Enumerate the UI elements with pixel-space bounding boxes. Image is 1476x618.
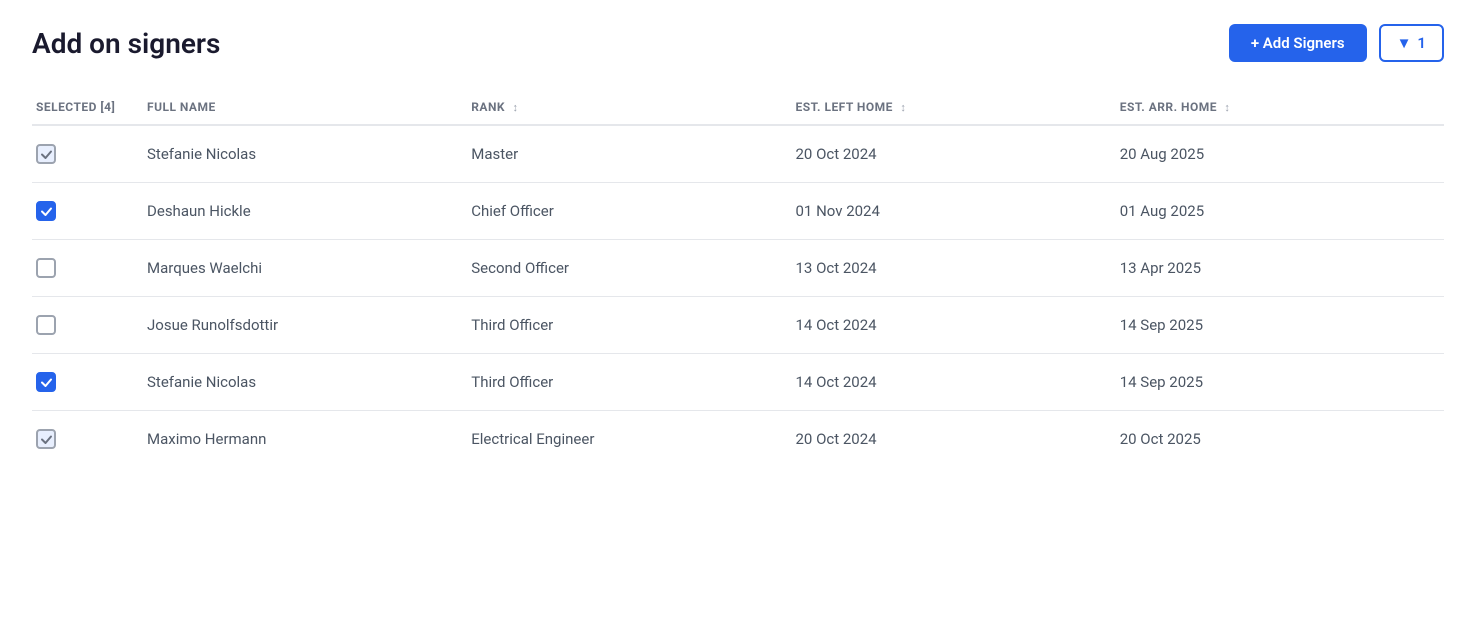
page-title: Add on signers <box>32 27 220 60</box>
filter-icon: ▼ <box>1397 34 1412 52</box>
add-signers-button[interactable]: + Add Signers <box>1229 24 1367 62</box>
cell-est-arr-home: 13 Apr 2025 <box>1120 240 1444 297</box>
checkbox-cell <box>32 297 147 354</box>
est-left-home-sort-icon: ↕ <box>900 101 906 114</box>
row-checkbox[interactable] <box>36 144 56 164</box>
cell-est-arr-home: 01 Aug 2025 <box>1120 183 1444 240</box>
cell-est-left-home: 01 Nov 2024 <box>795 183 1119 240</box>
row-checkbox[interactable] <box>36 429 56 449</box>
table-row: Maximo HermannElectrical Engineer20 Oct … <box>32 411 1444 468</box>
table-body: Stefanie NicolasMaster20 Oct 202420 Aug … <box>32 125 1444 467</box>
cell-fullname: Marques Waelchi <box>147 240 471 297</box>
col-header-rank[interactable]: RANK ↕ <box>471 90 795 125</box>
table-row: Stefanie NicolasThird Officer14 Oct 2024… <box>32 354 1444 411</box>
filter-count: 1 <box>1417 34 1426 52</box>
est-arr-home-sort-icon: ↕ <box>1224 101 1230 114</box>
col-header-selected: SELECTED [4] <box>32 90 147 125</box>
col-header-est-arr-home[interactable]: EST. ARR. HOME ↕ <box>1120 90 1444 125</box>
row-checkbox[interactable] <box>36 258 56 278</box>
cell-rank: Second Officer <box>471 240 795 297</box>
table-row: Deshaun HickleChief Officer01 Nov 202401… <box>32 183 1444 240</box>
cell-est-left-home: 20 Oct 2024 <box>795 411 1119 468</box>
checkbox-cell <box>32 125 147 183</box>
checkbox-cell <box>32 183 147 240</box>
cell-est-left-home: 14 Oct 2024 <box>795 297 1119 354</box>
checkbox-cell <box>32 240 147 297</box>
row-checkbox[interactable] <box>36 372 56 392</box>
table-row: Josue RunolfsdottirThird Officer14 Oct 2… <box>32 297 1444 354</box>
cell-est-arr-home: 14 Sep 2025 <box>1120 297 1444 354</box>
col-header-est-left-home[interactable]: EST. LEFT HOME ↕ <box>795 90 1119 125</box>
cell-fullname: Stefanie Nicolas <box>147 125 471 183</box>
row-checkbox[interactable] <box>36 315 56 335</box>
cell-fullname: Josue Runolfsdottir <box>147 297 471 354</box>
cell-est-left-home: 14 Oct 2024 <box>795 354 1119 411</box>
row-checkbox[interactable] <box>36 201 56 221</box>
cell-rank: Master <box>471 125 795 183</box>
table-row: Marques WaelchiSecond Officer13 Oct 2024… <box>32 240 1444 297</box>
cell-est-left-home: 20 Oct 2024 <box>795 125 1119 183</box>
cell-fullname: Maximo Hermann <box>147 411 471 468</box>
cell-est-arr-home: 20 Oct 2025 <box>1120 411 1444 468</box>
checkbox-cell <box>32 411 147 468</box>
cell-est-left-home: 13 Oct 2024 <box>795 240 1119 297</box>
cell-fullname: Stefanie Nicolas <box>147 354 471 411</box>
col-header-fullname: FULL NAME <box>147 90 471 125</box>
cell-rank: Chief Officer <box>471 183 795 240</box>
table-row: Stefanie NicolasMaster20 Oct 202420 Aug … <box>32 125 1444 183</box>
cell-rank: Third Officer <box>471 354 795 411</box>
cell-rank: Electrical Engineer <box>471 411 795 468</box>
cell-rank: Third Officer <box>471 297 795 354</box>
cell-est-arr-home: 14 Sep 2025 <box>1120 354 1444 411</box>
rank-sort-icon: ↕ <box>513 101 519 114</box>
header-actions: + Add Signers ▼ 1 <box>1229 24 1444 62</box>
filter-button[interactable]: ▼ 1 <box>1379 24 1444 62</box>
cell-fullname: Deshaun Hickle <box>147 183 471 240</box>
table-header: SELECTED [4] FULL NAME RANK ↕ EST. LEFT … <box>32 90 1444 125</box>
signers-table: SELECTED [4] FULL NAME RANK ↕ EST. LEFT … <box>32 90 1444 467</box>
checkbox-cell <box>32 354 147 411</box>
cell-est-arr-home: 20 Aug 2025 <box>1120 125 1444 183</box>
page-header: Add on signers + Add Signers ▼ 1 <box>32 24 1444 62</box>
